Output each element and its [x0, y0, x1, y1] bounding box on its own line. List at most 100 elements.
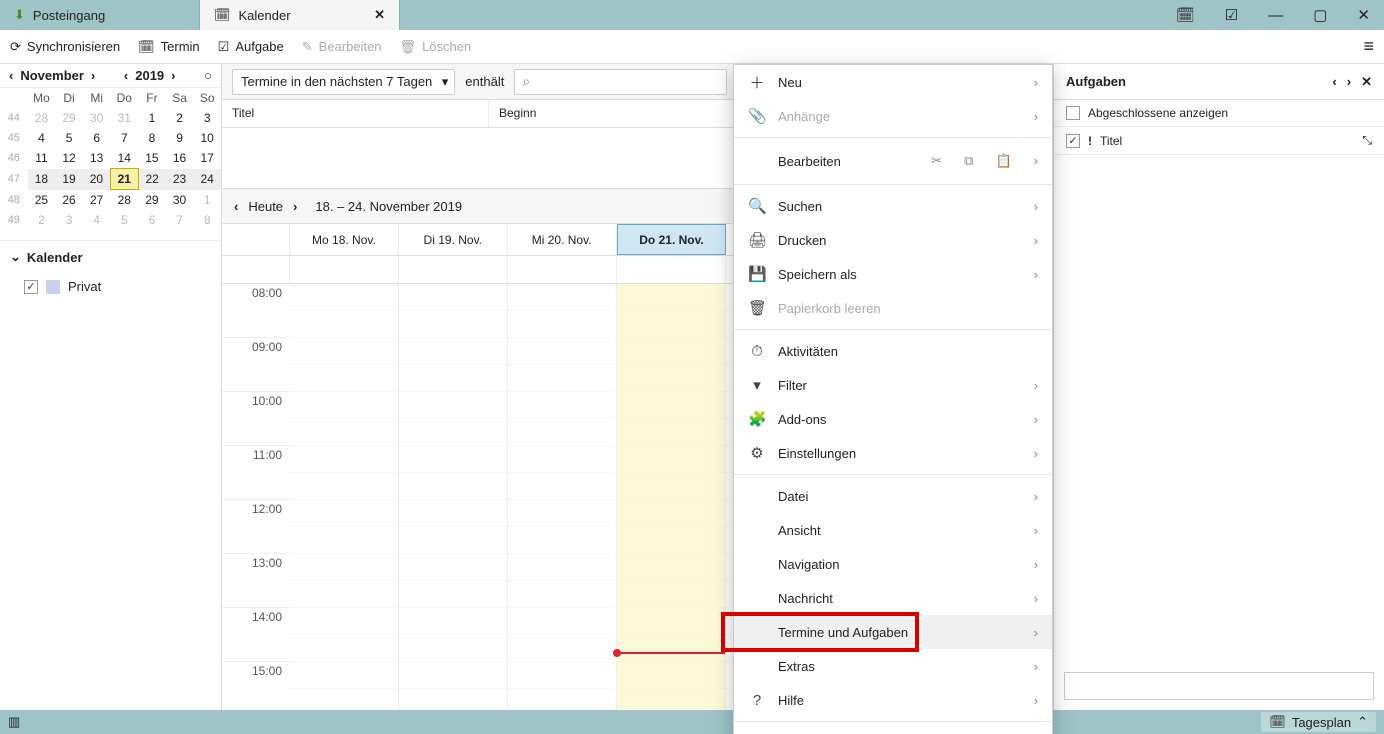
- allday-cell[interactable]: [617, 256, 726, 283]
- menu-ansicht[interactable]: Ansicht›: [734, 513, 1052, 547]
- menu-addons[interactable]: 🧩Add-ons›: [734, 402, 1052, 436]
- checkbox-privat[interactable]: [24, 280, 38, 294]
- calendar-section-header[interactable]: ⌄ Kalender: [0, 240, 221, 273]
- menu-hilfe[interactable]: ?Hilfe›: [734, 683, 1052, 717]
- mini-cal-day[interactable]: 30: [83, 108, 111, 128]
- mini-cal-day[interactable]: 13: [83, 148, 111, 169]
- mini-cal-day[interactable]: 22: [138, 169, 166, 190]
- mini-cal-day[interactable]: 7: [166, 210, 194, 230]
- show-completed-row[interactable]: Abgeschlossene anzeigen: [1054, 100, 1384, 127]
- tab-calendar[interactable]: 🗓 Kalender ✕: [200, 0, 400, 30]
- mini-cal-day[interactable]: 2: [28, 210, 56, 230]
- maximize-icon[interactable]: ▢: [1307, 6, 1333, 24]
- tasks-prev-icon[interactable]: ‹: [1332, 74, 1336, 90]
- mini-cal-day[interactable]: 1: [138, 108, 166, 128]
- mini-cal-day[interactable]: 5: [111, 210, 139, 230]
- mini-cal-day[interactable]: 28: [28, 108, 56, 128]
- calendar-shortcut-icon[interactable]: 🗓: [1170, 6, 1201, 24]
- mini-cal-day[interactable]: 27: [83, 190, 111, 211]
- menu-drucken[interactable]: 🖨Drucken›: [734, 223, 1052, 257]
- mini-cal-day[interactable]: 7: [111, 128, 139, 148]
- menu-neu[interactable]: ＋Neu›: [734, 65, 1052, 99]
- bearbeiten-button[interactable]: ✎Bearbeiten: [302, 39, 382, 55]
- mini-cal-day[interactable]: 31: [111, 108, 139, 128]
- tasks-next-icon[interactable]: ›: [1347, 74, 1351, 90]
- menu-speichern[interactable]: 💾Speichern als›: [734, 257, 1052, 291]
- menu-filter[interactable]: ▾Filter›: [734, 368, 1052, 402]
- mini-cal-day[interactable]: 1: [193, 190, 221, 211]
- copy-icon[interactable]: ⧉: [964, 153, 973, 169]
- mini-cal-day[interactable]: 8: [138, 128, 166, 148]
- mini-cal-day[interactable]: 16: [166, 148, 194, 169]
- day-header[interactable]: Mo 18. Nov.: [290, 224, 399, 255]
- menu-bearbeiten[interactable]: Bearbeiten✂⧉📋›: [734, 142, 1052, 180]
- menu-suchen[interactable]: 🔍Suchen›: [734, 189, 1052, 223]
- mini-cal-day[interactable]: 19: [55, 169, 83, 190]
- mini-cal-day[interactable]: 29: [55, 108, 83, 128]
- mini-cal-day[interactable]: 26: [55, 190, 83, 211]
- mini-cal-day[interactable]: 18: [28, 169, 56, 190]
- day-header[interactable]: Di 19. Nov.: [399, 224, 508, 255]
- prev-year-icon[interactable]: ‹: [121, 68, 131, 83]
- termin-button[interactable]: 🗓Termin: [138, 39, 200, 55]
- mini-cal-day[interactable]: 25: [28, 190, 56, 211]
- sync-button[interactable]: ⟳Synchronisieren: [10, 39, 120, 55]
- heute-button[interactable]: Heute: [248, 199, 283, 214]
- hamburger-menu-icon[interactable]: ≡: [1363, 36, 1374, 57]
- mini-calendar[interactable]: MoDiMiDoFrSaSo44282930311234545678910461…: [0, 88, 221, 230]
- aufgabe-button[interactable]: ☑Aufgabe: [218, 39, 284, 55]
- mini-cal-day[interactable]: 4: [28, 128, 56, 148]
- loeschen-button[interactable]: 🗑Löschen: [400, 39, 472, 55]
- pin-icon[interactable]: ⤡: [1362, 133, 1372, 148]
- mini-cal-day[interactable]: 9: [166, 128, 194, 148]
- menu-beenden[interactable]: ⏻Beenden: [734, 726, 1052, 734]
- day-header[interactable]: Do 21. Nov.: [617, 224, 727, 255]
- priority-col-icon[interactable]: !: [1088, 134, 1092, 148]
- next-month-icon[interactable]: ›: [88, 68, 98, 83]
- menu-einstellungen[interactable]: ⚙Einstellungen›: [734, 436, 1052, 470]
- range-dropdown[interactable]: Termine in den nächsten 7 Tagen: [232, 69, 455, 95]
- menu-datei[interactable]: Datei›: [734, 479, 1052, 513]
- day-column[interactable]: [617, 284, 726, 710]
- tasks-close-icon[interactable]: ✕: [1361, 74, 1372, 90]
- today-circle-icon[interactable]: ○: [201, 68, 215, 83]
- col-beginn[interactable]: Beginn: [489, 100, 756, 127]
- mini-cal-day[interactable]: 14: [111, 148, 139, 169]
- minimize-icon[interactable]: ―: [1262, 7, 1289, 24]
- mini-cal-day[interactable]: 21: [111, 169, 139, 190]
- day-column[interactable]: [290, 284, 399, 710]
- mini-cal-day[interactable]: 3: [193, 108, 221, 128]
- allday-cell[interactable]: [290, 256, 399, 283]
- day-column[interactable]: [399, 284, 508, 710]
- mini-cal-day[interactable]: 6: [83, 128, 111, 148]
- day-column[interactable]: [508, 284, 617, 710]
- tagesplan-button[interactable]: 🗓 Tagesplan ⌃: [1261, 712, 1376, 732]
- menu-papierkorb[interactable]: 🗑Papierkorb leeren: [734, 291, 1052, 325]
- mini-cal-day[interactable]: 24: [193, 169, 221, 190]
- mini-cal-day[interactable]: 23: [166, 169, 194, 190]
- menu-termine-und-aufgaben[interactable]: Termine und Aufgaben›: [734, 615, 1052, 649]
- menu-nachricht[interactable]: Nachricht›: [734, 581, 1052, 615]
- mini-cal-day[interactable]: 17: [193, 148, 221, 169]
- tasks-shortcut-icon[interactable]: ☑: [1219, 6, 1244, 24]
- mini-cal-day[interactable]: 6: [138, 210, 166, 230]
- menu-navigation[interactable]: Navigation›: [734, 547, 1052, 581]
- mini-cal-day[interactable]: 15: [138, 148, 166, 169]
- mini-cal-day[interactable]: 4: [83, 210, 111, 230]
- day-header[interactable]: Mi 20. Nov.: [508, 224, 617, 255]
- mini-cal-day[interactable]: 2: [166, 108, 194, 128]
- week-prev-icon[interactable]: ‹: [234, 199, 238, 214]
- mini-cal-day[interactable]: 20: [83, 169, 111, 190]
- mini-cal-day[interactable]: 30: [166, 190, 194, 211]
- mini-cal-day[interactable]: 12: [55, 148, 83, 169]
- tab-inbox[interactable]: ⬇ Posteingang: [0, 0, 200, 30]
- week-next-icon[interactable]: ›: [293, 199, 297, 214]
- menu-aktivitaeten[interactable]: ⏱Aktivitäten: [734, 334, 1052, 368]
- allday-cell[interactable]: [508, 256, 617, 283]
- mini-cal-day[interactable]: 11: [28, 148, 56, 169]
- mini-cal-day[interactable]: 5: [55, 128, 83, 148]
- mini-cal-day[interactable]: 29: [138, 190, 166, 211]
- close-window-icon[interactable]: ✕: [1351, 6, 1376, 24]
- calendar-item-privat[interactable]: Privat: [0, 273, 221, 300]
- mini-cal-day[interactable]: 8: [193, 210, 221, 230]
